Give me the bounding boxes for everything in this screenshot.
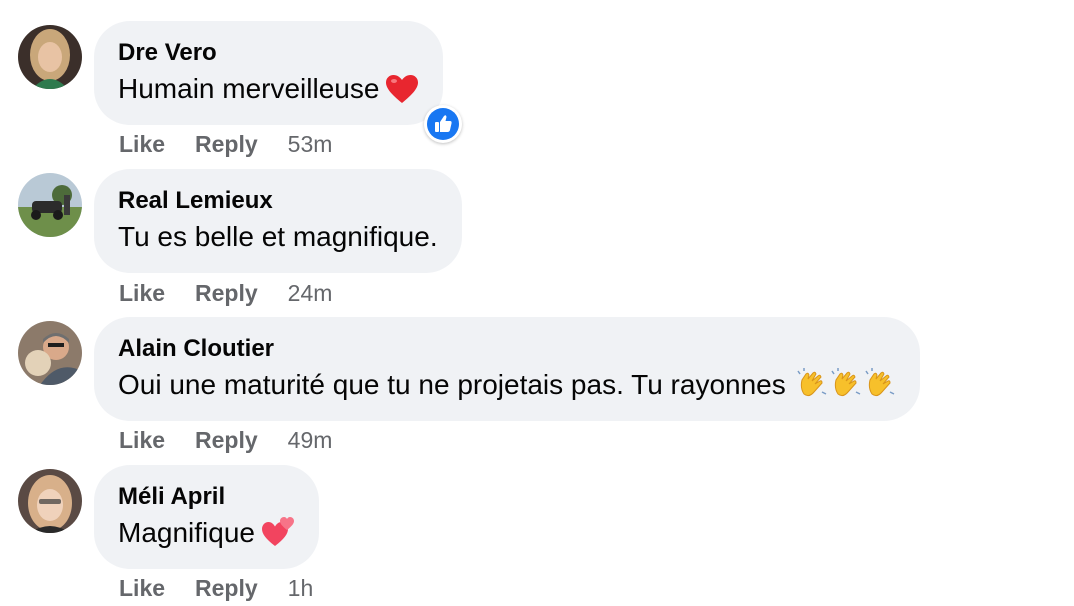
like-button[interactable]: Like: [119, 130, 165, 158]
like-button[interactable]: Like: [119, 574, 165, 602]
reply-button[interactable]: Reply: [195, 574, 258, 602]
comment-text-content: Magnifique: [118, 517, 255, 548]
comment-actions: Like Reply 1h: [119, 574, 313, 602]
heart-emoji: [385, 74, 419, 104]
comment-bubble: Real Lemieux Tu es belle et magnifique.: [94, 169, 462, 273]
like-button[interactable]: Like: [119, 426, 165, 454]
comment-timestamp[interactable]: 1h: [288, 574, 314, 602]
reply-button[interactable]: Reply: [195, 426, 258, 454]
comment-author[interactable]: Alain Cloutier: [118, 335, 896, 363]
comment-text-content: Oui une maturité que tu ne projetais pas…: [118, 369, 786, 400]
comment-actions: Like Reply 49m: [119, 426, 332, 454]
clapping-hands-emoji: [830, 368, 862, 400]
comment-timestamp[interactable]: 49m: [288, 426, 333, 454]
comment-bubble: Alain Cloutier Oui une maturité que tu n…: [94, 317, 920, 421]
comment-text: Oui une maturité que tu ne projetais pas…: [118, 367, 896, 403]
two-hearts-emoji: [261, 516, 295, 548]
comment-text: Humain merveilleuse: [118, 71, 419, 107]
reply-button[interactable]: Reply: [195, 279, 258, 307]
avatar[interactable]: [18, 25, 82, 89]
comment-text-content: Tu es belle et magnifique.: [118, 221, 438, 252]
like-button[interactable]: Like: [119, 279, 165, 307]
comment-actions: Like Reply 53m: [119, 130, 332, 158]
comment-timestamp[interactable]: 24m: [288, 279, 333, 307]
comment-bubble: Dre Vero Humain merveilleuse: [94, 21, 444, 125]
comment-text: Magnifique: [118, 515, 295, 551]
comment-timestamp[interactable]: 53m: [288, 130, 333, 158]
clapping-hands-emoji: [864, 368, 896, 400]
like-reaction-icon[interactable]: [424, 105, 462, 143]
comment-author[interactable]: Méli April: [118, 483, 295, 511]
comment-text-content: Humain merveilleuse: [118, 73, 380, 104]
reply-button[interactable]: Reply: [195, 130, 258, 158]
avatar[interactable]: [18, 469, 82, 533]
comment-actions: Like Reply 24m: [119, 279, 332, 307]
comment-bubble: Méli April Magnifique: [94, 465, 319, 569]
comment-author[interactable]: Real Lemieux: [118, 187, 438, 215]
clapping-hands-emoji: [796, 368, 828, 400]
comment-author[interactable]: Dre Vero: [118, 39, 419, 67]
avatar[interactable]: [18, 321, 82, 385]
comment-thread: Dre Vero Humain merveilleuse Like Reply 53…: [0, 0, 1074, 606]
avatar[interactable]: [18, 173, 82, 237]
comment-text: Tu es belle et magnifique.: [118, 219, 438, 255]
